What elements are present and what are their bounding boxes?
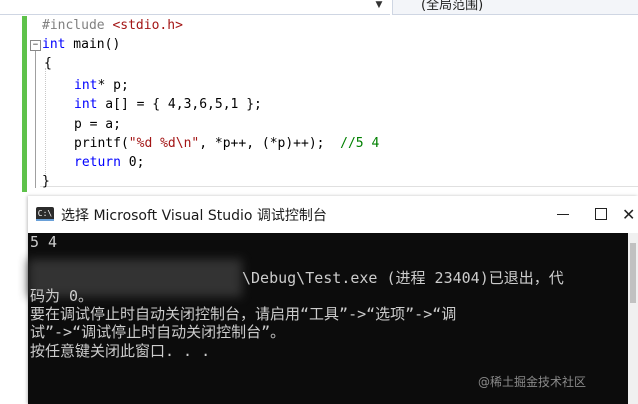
member-dropdown[interactable]: [0, 0, 390, 15]
code-line-8: return 0;: [0, 153, 638, 172]
minimize-icon: [557, 214, 569, 215]
window-title-bar[interactable]: C:\ 选择 Microsoft Visual Studio 调试控制台 ✕: [28, 196, 638, 233]
console-app-icon: C:\: [36, 207, 54, 221]
code-text: * p;: [97, 78, 129, 93]
navigation-bar: ▼ (全局范围): [0, 0, 638, 16]
code-text: {: [44, 56, 52, 71]
close-button[interactable]: ✕: [618, 196, 638, 233]
code-line-4: int* p;: [0, 76, 638, 95]
code-line-7: printf("%d %d\n", *p++, (*p)++); //5 4: [0, 134, 638, 153]
keyword-token: return: [74, 155, 121, 170]
maximize-button[interactable]: [584, 196, 620, 233]
code-text: a[] = { 4,3,6,5,1 };: [97, 97, 262, 112]
code-line-3: {: [0, 54, 638, 73]
code-text: , *p++, (*p)++);: [199, 136, 341, 151]
minimize-button[interactable]: [546, 196, 582, 233]
string-token: "%d %d\n": [128, 136, 200, 151]
code-line-6: p = a;: [0, 115, 638, 134]
close-icon: ✕: [622, 205, 636, 224]
output-line: 按任意键关闭此窗口. . .: [30, 342, 211, 360]
output-line: 试”->“调试停止时自动关闭控制台”。: [30, 323, 286, 341]
output-line: \Debug\Test.exe (进程 23404)已退出，代: [242, 269, 564, 287]
output-line: 5 4: [30, 233, 58, 251]
vertical-scrollbar[interactable]: [628, 233, 638, 404]
code-line-5: int a[] = { 4,3,6,5,1 };: [0, 95, 638, 114]
code-text: main(): [65, 37, 121, 52]
keyword-token: int: [74, 78, 98, 93]
code-line-1: #include <stdio.h>: [0, 16, 638, 35]
scope-dropdown[interactable]: (全局范围): [392, 0, 638, 15]
output-line: 要在调试停止时自动关闭控制台，请启用“工具”->“选项”->“调: [30, 305, 457, 323]
preprocessor-token: #include: [42, 18, 113, 33]
code-line-9: }: [0, 172, 638, 191]
code-area[interactable]: − #include <stdio.h> int main() { int* p…: [0, 16, 638, 205]
watermark-text: @稀土掘金技术社区: [478, 375, 587, 389]
output-line: 码为 0。: [30, 287, 94, 305]
keyword-token: int: [74, 97, 98, 112]
code-text: 0;: [120, 155, 145, 170]
code-editor[interactable]: ▼ (全局范围) − #include <stdio.h> int main()…: [0, 0, 638, 205]
window-title: 选择 Microsoft Visual Studio 调试控制台: [61, 208, 327, 224]
code-text: }: [42, 174, 50, 189]
scope-label: (全局范围): [421, 0, 484, 13]
scrollbar-thumb[interactable]: [630, 243, 636, 303]
keyword-token: int: [42, 37, 66, 52]
code-line-2: int main(): [0, 35, 638, 54]
code-text: p = a;: [74, 117, 121, 132]
function-token: printf(: [74, 136, 129, 151]
comment-token: //5 4: [340, 136, 380, 151]
include-header-token: <stdio.h>: [112, 18, 183, 33]
maximize-icon: [595, 208, 607, 220]
chevron-down-icon[interactable]: ▼: [372, 0, 386, 13]
